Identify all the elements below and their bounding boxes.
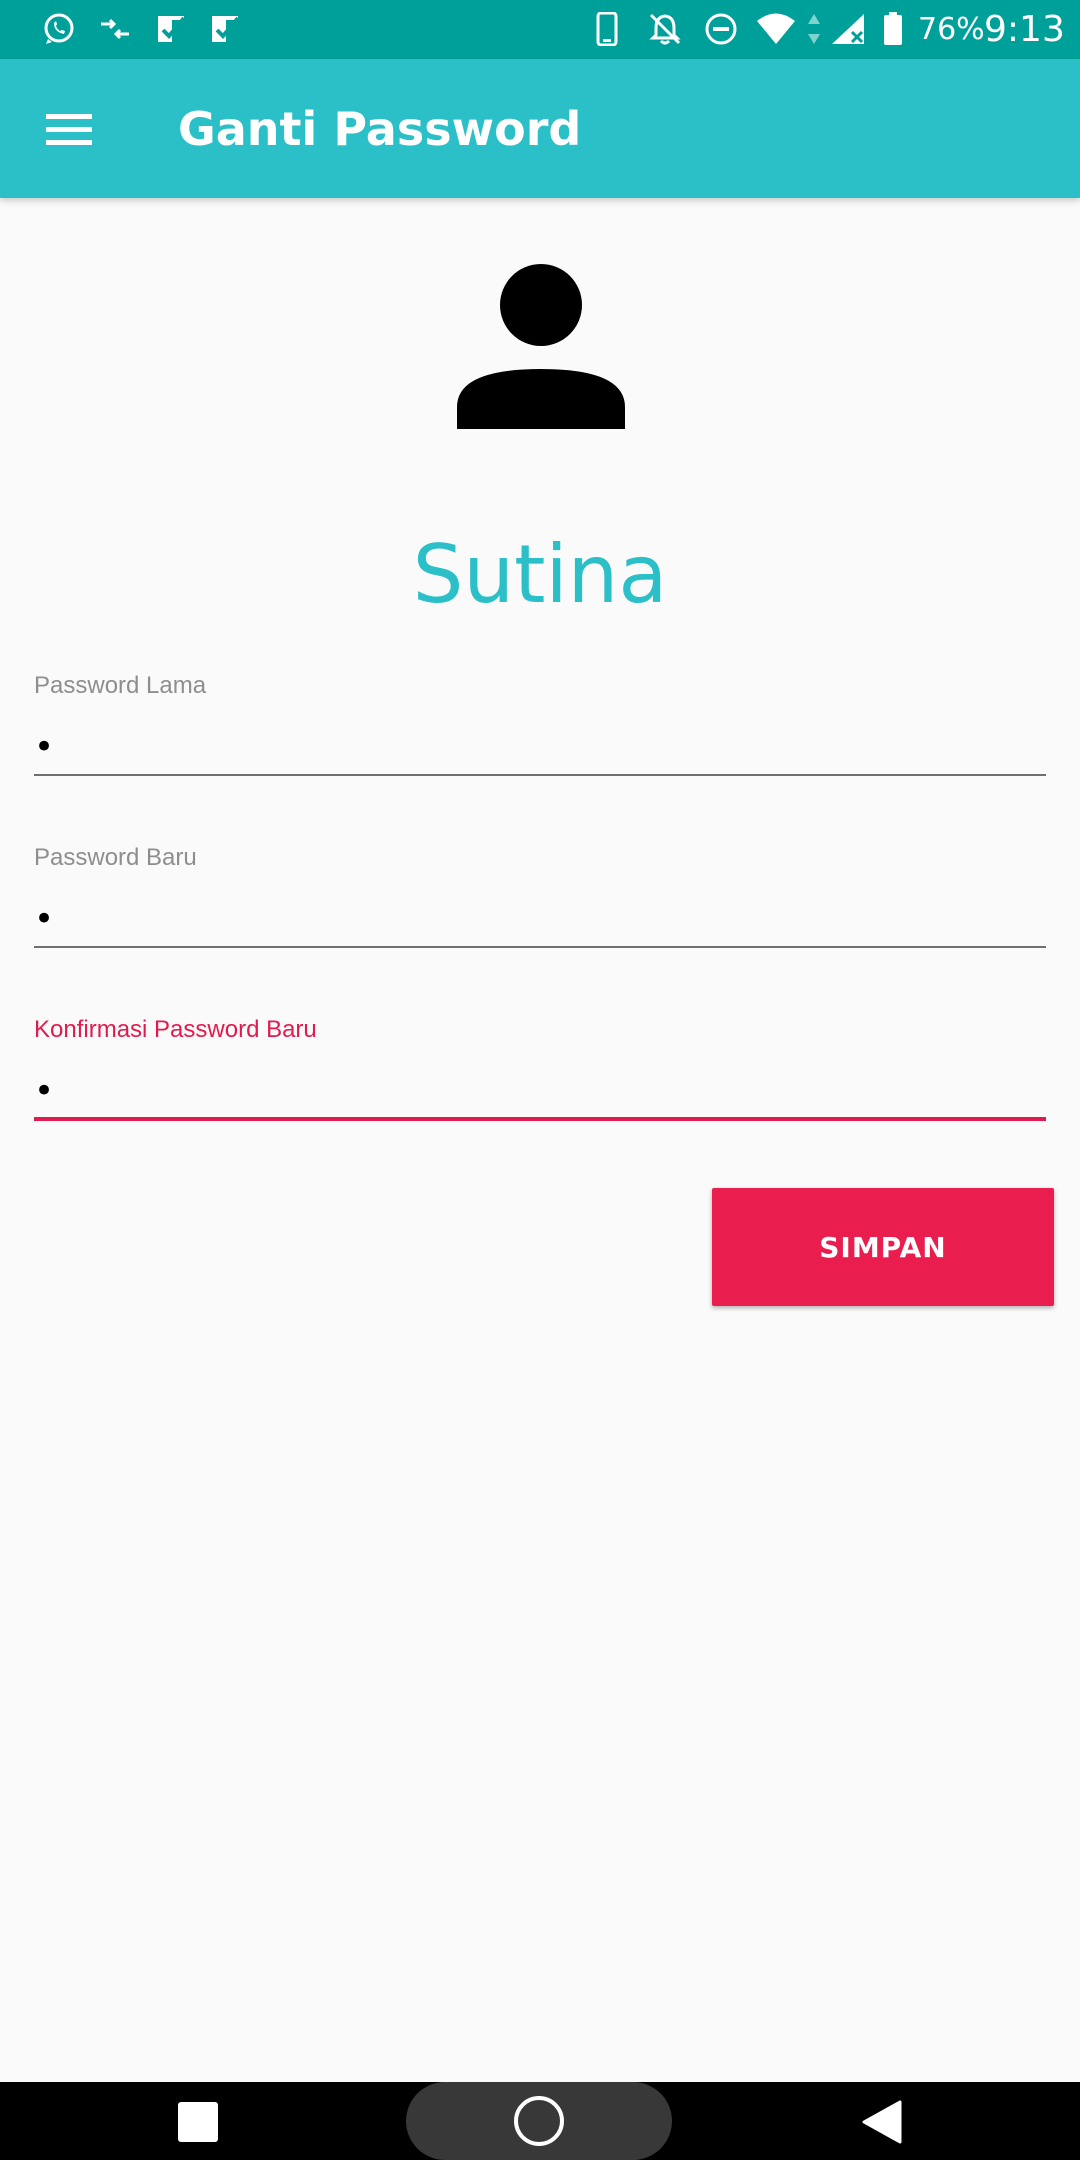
new-password-underline — [34, 946, 1046, 948]
navigation-bar — [0, 2082, 1080, 2160]
old-password-underline — [34, 774, 1046, 776]
new-password-field: Password Baru — [34, 842, 1046, 950]
save-button[interactable]: SIMPAN — [712, 1188, 1054, 1306]
do-not-disturb-icon — [705, 13, 737, 45]
home-icon — [514, 2096, 564, 2146]
confirm-password-field: Konfirmasi Password Baru — [34, 1014, 1046, 1122]
whatsapp-icon — [44, 13, 74, 44]
old-password-input[interactable] — [34, 722, 1046, 772]
avatar — [451, 257, 631, 437]
data-activity-icon — [808, 14, 820, 44]
page-title: Ganti Password — [178, 102, 582, 156]
app-bar: Ganti Password — [0, 59, 1080, 198]
task-check-icon — [158, 16, 186, 42]
new-password-label: Password Baru — [34, 844, 197, 871]
signal-icon — [832, 14, 864, 44]
old-password-field: Password Lama — [34, 670, 1046, 778]
user-name: Sutina — [412, 528, 668, 621]
wifi-icon — [757, 13, 795, 44]
notifications-off-icon — [649, 13, 681, 45]
battery-icon — [884, 12, 902, 45]
status-bar: 76% 9:13 — [0, 0, 1080, 59]
clock: 9:13 — [984, 9, 1065, 50]
confirm-password-label: Konfirmasi Password Baru — [34, 1016, 317, 1043]
recents-icon[interactable] — [178, 2102, 218, 2142]
battery-percentage: 76% — [918, 12, 985, 47]
menu-icon — [46, 114, 92, 145]
task-check-icon — [212, 16, 240, 42]
confirm-password-input[interactable] — [34, 1066, 1046, 1116]
phone-icon — [596, 12, 618, 46]
data-saver-icon — [101, 18, 129, 40]
new-password-input[interactable] — [34, 894, 1046, 944]
home-button[interactable] — [406, 2082, 672, 2160]
confirm-password-underline — [34, 1117, 1046, 1121]
back-icon[interactable] — [860, 2100, 904, 2144]
person-icon — [457, 264, 625, 429]
menu-button[interactable] — [30, 94, 108, 164]
old-password-label: Password Lama — [34, 672, 207, 699]
